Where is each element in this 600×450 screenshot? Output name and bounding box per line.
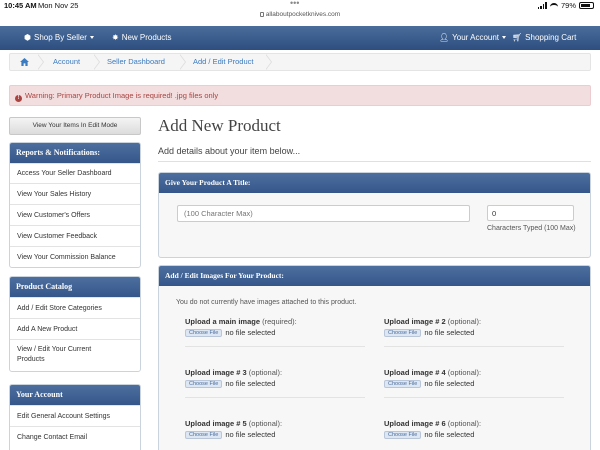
caret-down-icon xyxy=(89,36,94,39)
lock-icon xyxy=(259,12,264,17)
warning-text: Warning: Primary Product Image is requir… xyxy=(25,91,219,100)
divider xyxy=(384,397,564,398)
wifi-icon xyxy=(549,2,558,9)
upload-main-image: Upload a main image (required): Choose F… xyxy=(185,317,370,347)
choose-file-button[interactable]: Choose File xyxy=(185,328,223,337)
sidebar-item-customer-offers[interactable]: View Customer's Offers xyxy=(10,204,140,225)
breadcrumb-add-edit-product[interactable]: Add / Edit Product xyxy=(193,54,253,70)
nav-new-products[interactable]: ✸ New Products xyxy=(112,26,172,50)
user-icon: 👤︎ xyxy=(439,33,450,42)
breadcrumb-separator xyxy=(37,54,46,70)
status-time: 10:45 AM xyxy=(4,1,37,10)
account-panel: Your Account Edit General Account Settin… xyxy=(9,384,141,450)
breadcrumb-account[interactable]: Account xyxy=(53,54,80,70)
status-right: 79% xyxy=(537,1,594,10)
breadcrumb: Account Seller Dashboard Add / Edit Prod… xyxy=(9,53,591,71)
upload-image-5: Upload image # 5 (optional): Choose File… xyxy=(185,419,283,439)
sidebar-item-store-categories[interactable]: Add / Edit Store Categories xyxy=(10,297,140,318)
file-status: no file selected xyxy=(424,379,475,388)
characters-typed-label: Characters Typed (100 Max) xyxy=(487,225,576,232)
file-status: no file selected xyxy=(225,430,276,439)
choose-file-button[interactable]: Choose File xyxy=(384,328,422,337)
upload-image-6: Upload image # 6 (optional): Choose File… xyxy=(384,419,482,439)
characters-typed-field xyxy=(487,205,574,221)
battery-percent: 79% xyxy=(560,1,576,10)
file-status: no file selected xyxy=(424,328,475,337)
sidebar-item-account-settings[interactable]: Edit General Account Settings xyxy=(10,405,140,426)
cart-icon: 🛒︎ xyxy=(512,33,523,42)
upload-image-4: Upload image # 4 (optional): Choose File… xyxy=(384,368,569,398)
breadcrumb-separator xyxy=(93,54,102,70)
panel-title: Your Account xyxy=(10,385,140,405)
view-items-edit-mode-button[interactable]: View Your Items In Edit Mode xyxy=(9,117,141,135)
catalog-panel: Product Catalog Add / Edit Store Categor… xyxy=(9,276,141,372)
status-date: Mon Nov 25 xyxy=(38,1,79,10)
starburst-icon: ✸ xyxy=(112,33,119,42)
choose-file-button[interactable]: Choose File xyxy=(185,430,223,439)
home-icon[interactable] xyxy=(20,58,29,66)
sidebar-item-view-edit-products[interactable]: View / Edit Your Current Products xyxy=(10,339,140,371)
reports-panel: Reports & Notifications: Access Your Sel… xyxy=(9,142,141,268)
breadcrumb-separator xyxy=(179,54,188,70)
page-subtitle: Add details about your item below... xyxy=(158,146,301,156)
sidebar-item-sales-history[interactable]: View Your Sales History xyxy=(10,183,140,204)
divider xyxy=(158,161,591,162)
breadcrumb-seller-dashboard[interactable]: Seller Dashboard xyxy=(107,54,165,70)
more-dots-icon[interactable]: ••• xyxy=(290,0,299,8)
warning-alert: ! Warning: Primary Product Image is requi… xyxy=(9,85,591,106)
nav-shopping-cart[interactable]: 🛒︎ Shopping Cart xyxy=(512,26,576,50)
divider xyxy=(185,346,365,347)
choose-file-button[interactable]: Choose File xyxy=(384,379,422,388)
product-title-input[interactable] xyxy=(177,205,470,222)
breadcrumb-separator xyxy=(265,54,274,70)
box-heading: Add / Edit Images For Your Product: xyxy=(159,266,590,286)
nav-your-account[interactable]: 👤︎ Your Account xyxy=(439,26,507,50)
no-images-note: You do not currently have images attache… xyxy=(176,299,357,306)
sidebar-item-seller-dashboard[interactable]: Access Your Seller Dashboard xyxy=(10,163,140,183)
product-title-box: Give Your Product A Title: Characters Ty… xyxy=(158,172,591,258)
sidebar-item-commission-balance[interactable]: View Your Commission Balance xyxy=(10,246,140,267)
warning-icon: ! xyxy=(15,95,22,102)
ios-status-bar: 10:45 AM Mon Nov 25 ••• allaboutpocketkn… xyxy=(0,0,600,24)
file-status: no file selected xyxy=(225,379,276,388)
choose-file-button[interactable]: Choose File xyxy=(384,430,422,439)
product-images-box: Add / Edit Images For Your Product: You … xyxy=(158,265,591,450)
box-heading: Give Your Product A Title: xyxy=(159,173,590,193)
file-status: no file selected xyxy=(225,328,276,337)
top-navbar: ⬢ Shop By Seller ✸ New Products 👤︎ Your Acc… xyxy=(0,26,600,50)
page-title: Add New Product xyxy=(158,116,281,135)
panel-title: Product Catalog xyxy=(10,277,140,297)
url-text: allaboutpocketknives.com xyxy=(265,11,341,18)
file-status: no file selected xyxy=(424,430,475,439)
upload-image-3: Upload image # 3 (optional): Choose File… xyxy=(185,368,370,398)
panel-title: Reports & Notifications: xyxy=(10,143,140,163)
sidebar-item-add-product[interactable]: Add A New Product xyxy=(10,318,140,339)
signal-icon xyxy=(537,2,547,9)
tag-icon: ⬢ xyxy=(24,33,31,42)
nav-shop-by-seller[interactable]: ⬢ Shop By Seller xyxy=(24,26,94,50)
choose-file-button[interactable]: Choose File xyxy=(185,379,223,388)
battery-icon xyxy=(579,2,594,9)
sidebar-item-contact-email[interactable]: Change Contact Email xyxy=(10,426,140,447)
divider xyxy=(384,346,564,347)
divider xyxy=(185,397,365,398)
caret-down-icon xyxy=(502,36,507,39)
upload-image-2: Upload image # 2 (optional): Choose File… xyxy=(384,317,569,347)
address-bar[interactable]: allaboutpocketknives.com xyxy=(0,11,600,18)
sidebar-item-customer-feedback[interactable]: View Customer Feedback xyxy=(10,225,140,246)
